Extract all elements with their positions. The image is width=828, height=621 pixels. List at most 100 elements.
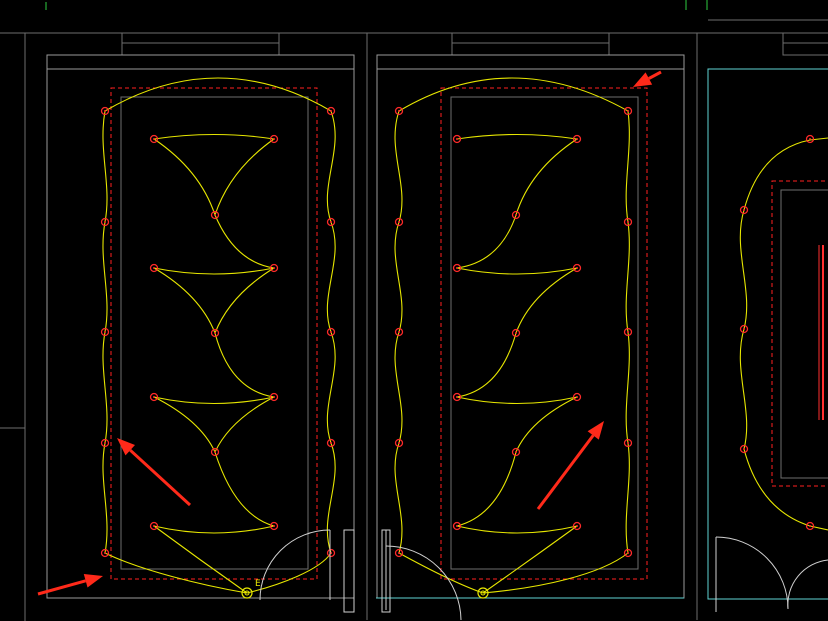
ceiling-light-dot: [398, 442, 400, 444]
ceiling-light-dot: [576, 396, 578, 398]
ceiling-light-dot: [273, 267, 275, 269]
wire-segment: [153, 396, 275, 405]
wire-segment: [153, 525, 248, 594]
door-swing: [715, 536, 789, 610]
annotation-arrow-head: [83, 574, 103, 588]
ceiling-light-dot: [576, 267, 578, 269]
wire-segment: [153, 525, 275, 534]
annotation-arrow-head: [633, 72, 653, 87]
wire-segment: [456, 267, 578, 398]
doors: [259, 529, 828, 621]
ceiling-light-dot: [153, 138, 155, 140]
ceiling-light-dot: [627, 331, 629, 333]
wire-segment: [104, 77, 332, 112]
ceiling-light-dot: [398, 552, 400, 554]
ceiling-light-dot: [214, 451, 216, 453]
wire-segment: [153, 133, 275, 140]
ceiling-light-dot: [273, 525, 275, 527]
ceiling-light-dot: [743, 328, 745, 330]
wire-segment: [456, 525, 578, 534]
wire-segment: [214, 267, 275, 334]
ceiling-panel: [780, 189, 828, 479]
wire-segment: [214, 138, 275, 216]
wire-segment: [743, 137, 828, 211]
wire-segment: [153, 396, 275, 527]
ceiling-light-dot: [576, 138, 578, 140]
ceiling-light-dot: [456, 396, 458, 398]
ceiling-light-dot: [743, 209, 745, 211]
annotation-arrow-shaft: [536, 434, 595, 510]
ceiling-light-dot: [456, 138, 458, 140]
room-2: [376, 54, 685, 599]
ceiling-light-dot: [330, 110, 332, 112]
wire-segment: [153, 138, 275, 269]
room-2-lights: [394, 106, 633, 599]
room-3: [376, 68, 828, 600]
ceiling-light-dot: [104, 442, 106, 444]
ceiling-light-dot: [627, 552, 629, 554]
ceiling-light-dot: [104, 221, 106, 223]
ceiling-light-dot: [273, 138, 275, 140]
ceiling-light-dot: [515, 332, 517, 334]
window-frame: [451, 32, 610, 56]
ceiling-dashed-outline: [440, 87, 648, 580]
wire-segment: [456, 138, 578, 269]
door-swing: [259, 529, 331, 601]
ceiling-light-dot: [104, 552, 106, 554]
wire-segment: [456, 267, 578, 275]
ceiling-light-dot: [627, 110, 629, 112]
annotation-arrow-shaft: [648, 70, 662, 80]
wire-segment: [104, 552, 248, 594]
annotation-arrow-shaft: [37, 579, 87, 596]
cad-drawing-canvas: E: [0, 0, 828, 621]
wire-segment: [456, 396, 578, 527]
wire-segment: [456, 133, 578, 140]
ceiling-light-dot: [627, 221, 629, 223]
ceiling-light-dot: [515, 214, 517, 216]
building-outline: [0, 0, 828, 621]
room-1: [46, 54, 355, 599]
ceiling-light-dot: [398, 110, 400, 112]
ceiling-light-dot: [214, 332, 216, 334]
ceiling-light-dot: [153, 267, 155, 269]
ceiling-light-dot: [104, 110, 106, 112]
room-3-wiring: [739, 137, 828, 531]
annotation-arrow-head: [587, 421, 604, 440]
annotation-arrows: [37, 70, 662, 596]
ceiling-dashed-outline: [110, 87, 318, 580]
ceiling-light-dot: [330, 331, 332, 333]
window-frame: [121, 32, 280, 56]
door-jamb: [343, 529, 355, 613]
window-frame: [782, 32, 828, 56]
ceiling-light-dot: [153, 525, 155, 527]
wire-segment: [398, 552, 484, 594]
wire-segment: [456, 396, 578, 405]
room-2-wiring: [394, 77, 630, 594]
ceiling-light-dot: [398, 221, 400, 223]
wire-segment: [153, 267, 275, 398]
wire-segment: [482, 525, 578, 594]
wire-segment: [482, 552, 629, 594]
wire-segment: [743, 448, 828, 531]
ceiling-light-dot: [273, 396, 275, 398]
ceiling-light-dot: [104, 331, 106, 333]
ceiling-light-dot: [627, 442, 629, 444]
ceiling-light-dot: [398, 331, 400, 333]
ceiling-light-dot: [330, 442, 332, 444]
ceiling-light-dot: [153, 396, 155, 398]
switch-label: E: [255, 579, 261, 589]
ceiling-light-dot: [743, 448, 745, 450]
ceiling-light-dot: [456, 267, 458, 269]
ceiling-light-dot: [809, 525, 811, 527]
annotation-arrow-shaft: [129, 449, 192, 507]
room-1-lights: E: [100, 106, 336, 599]
wire-segment: [153, 267, 275, 275]
door-swing: [787, 559, 828, 610]
wire-segment: [214, 396, 275, 453]
ceiling-light-dot: [330, 221, 332, 223]
room-wall-cyan: [707, 68, 828, 600]
ceiling-light-dot: [809, 138, 811, 140]
ceiling-light-dot: [214, 214, 216, 216]
ceiling-light-dot: [515, 451, 517, 453]
ceiling-light-dot: [576, 525, 578, 527]
